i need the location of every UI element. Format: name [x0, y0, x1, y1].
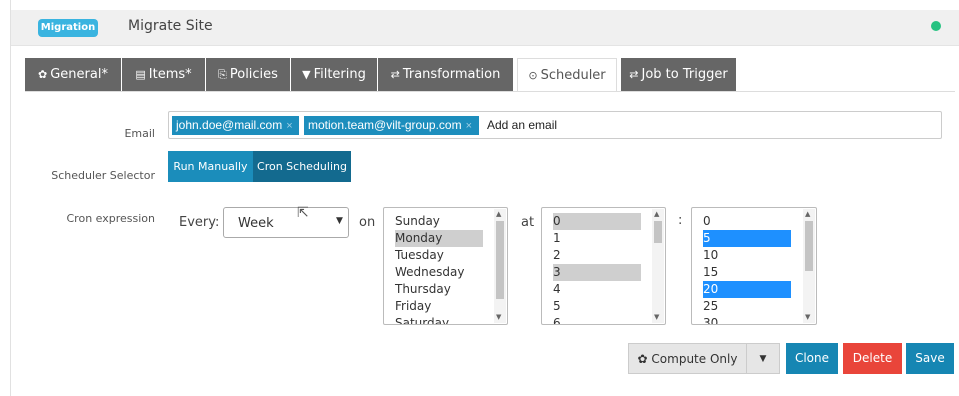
tab-policies-label: Policies — [229, 67, 278, 82]
day-option[interactable]: Sunday — [395, 213, 483, 230]
at-label: at — [521, 215, 535, 230]
run-manually-button[interactable]: Run Manually — [168, 151, 253, 182]
scroll-up-icon[interactable]: ▲ — [654, 210, 659, 218]
tab-policies[interactable]: ⎘ Policies — [206, 58, 290, 92]
chevron-down-icon: ▼ — [336, 216, 343, 226]
mouse-cursor-icon: ⇱ — [297, 205, 309, 221]
tab-job-to-trigger-label: Job to Trigger — [641, 67, 728, 82]
page-title: Migrate Site — [128, 18, 213, 34]
filter-icon: ▼ — [302, 68, 311, 81]
scroll-down-icon[interactable]: ▼ — [805, 313, 810, 321]
minutes-listbox[interactable]: 0 5 10 15 20 25 30 ▲ ▼ — [691, 207, 817, 325]
migration-badge: Migration — [38, 19, 98, 37]
every-label: Every: — [179, 215, 220, 230]
minute-option[interactable]: 0 — [703, 213, 791, 230]
days-listbox[interactable]: Sunday Monday Tuesday Wednesday Thursday… — [383, 207, 508, 325]
minutes-scrollbar[interactable]: ▲ ▼ — [803, 209, 815, 323]
day-option[interactable]: Tuesday — [395, 247, 483, 264]
caret-down-icon: ▼ — [759, 354, 767, 364]
email-chip[interactable]: motion.team@vilt-group.com × — [304, 116, 479, 135]
hour-option[interactable]: 3 — [553, 264, 641, 281]
email-chip-text: motion.team@vilt-group.com — [308, 118, 462, 132]
minute-option[interactable]: 20 — [703, 281, 791, 298]
tab-general[interactable]: ✿ General* — [25, 58, 121, 92]
minute-option[interactable]: 30 — [703, 315, 791, 324]
remove-email-icon[interactable]: × — [466, 120, 472, 132]
compute-only-label: Compute Only — [651, 352, 738, 366]
tab-scheduler-label: Scheduler — [540, 68, 606, 83]
day-option[interactable]: Monday — [395, 230, 483, 247]
minute-option[interactable]: 10 — [703, 247, 791, 264]
copy-icon: ⎘ — [218, 68, 227, 81]
cron-scheduling-button[interactable]: Cron Scheduling — [253, 151, 351, 182]
scroll-down-icon[interactable]: ▼ — [654, 313, 659, 321]
delete-button[interactable]: Delete — [843, 343, 902, 374]
cron-expression-label: Cron expression — [66, 212, 156, 225]
scroll-thumb[interactable] — [496, 221, 504, 299]
period-select[interactable]: Week ▼ — [223, 207, 349, 238]
hours-listbox[interactable]: 0 1 2 3 4 5 6 ▲ ▼ — [541, 207, 666, 325]
clone-button[interactable]: Clone — [786, 343, 838, 374]
left-border — [10, 0, 11, 396]
colon-separator: : — [678, 213, 683, 228]
tab-scheduler[interactable]: ⊙ Scheduler — [517, 58, 617, 92]
tab-items-label: Items* — [148, 67, 192, 82]
day-option[interactable]: Thursday — [395, 281, 483, 298]
tab-filtering[interactable]: ▼ Filtering — [291, 58, 377, 92]
remove-email-icon[interactable]: × — [286, 120, 292, 132]
email-chip-text: john.doe@mail.com — [176, 118, 283, 132]
minute-option[interactable]: 5 — [703, 230, 791, 247]
day-option[interactable]: Saturday — [395, 315, 483, 324]
email-field[interactable]: john.doe@mail.com × motion.team@vilt-grou… — [168, 111, 942, 139]
list-icon: ▤ — [135, 68, 146, 81]
tab-divider — [25, 91, 955, 92]
status-dot-icon — [931, 21, 941, 31]
email-label: Email — [124, 127, 155, 140]
scheduler-selector-label: Scheduler Selector — [51, 169, 155, 182]
tab-transformation-label: Transformation — [402, 67, 501, 82]
gear-icon: ✿ — [637, 352, 652, 366]
tab-transformation[interactable]: ⇄ Transformation — [378, 58, 513, 92]
scroll-down-icon[interactable]: ▼ — [496, 313, 501, 321]
hour-option[interactable]: 5 — [553, 298, 641, 315]
day-option[interactable]: Friday — [395, 298, 483, 315]
on-label: on — [359, 215, 376, 230]
save-button[interactable]: Save — [906, 343, 954, 374]
tab-items[interactable]: ▤ Items* — [122, 58, 205, 92]
compute-dropdown-toggle[interactable]: ▼ — [747, 343, 780, 374]
minute-option[interactable]: 15 — [703, 264, 791, 281]
minute-option[interactable]: 25 — [703, 298, 791, 315]
hours-scrollbar[interactable]: ▲ ▼ — [652, 209, 664, 323]
page-header: Migration Migrate Site — [11, 10, 959, 46]
period-select-value: Week — [238, 216, 274, 231]
email-chip[interactable]: john.doe@mail.com × — [172, 116, 299, 135]
day-option[interactable]: Wednesday — [395, 264, 483, 281]
hour-option[interactable]: 4 — [553, 281, 641, 298]
compute-only-button[interactable]: ✿ Compute Only — [628, 343, 747, 374]
clock-icon: ⊙ — [528, 69, 538, 82]
scroll-up-icon[interactable]: ▲ — [805, 210, 810, 218]
scroll-up-icon[interactable]: ▲ — [496, 210, 501, 218]
hour-option[interactable]: 1 — [553, 230, 641, 247]
scroll-thumb[interactable] — [654, 221, 662, 243]
hour-option[interactable]: 2 — [553, 247, 641, 264]
days-scrollbar[interactable]: ▲ ▼ — [494, 209, 506, 323]
hour-option[interactable]: 0 — [553, 213, 641, 230]
hour-option[interactable]: 6 — [553, 315, 641, 324]
gear-icon: ✿ — [38, 68, 48, 81]
exchange-icon: ⇄ — [629, 68, 639, 81]
tab-job-to-trigger[interactable]: ⇄ Job to Trigger — [621, 58, 736, 92]
exchange-icon: ⇄ — [390, 68, 400, 81]
tab-filtering-label: Filtering — [313, 67, 366, 82]
tab-general-label: General* — [50, 67, 108, 82]
scroll-thumb[interactable] — [805, 221, 813, 271]
add-email-input[interactable]: Add an email — [487, 118, 557, 132]
